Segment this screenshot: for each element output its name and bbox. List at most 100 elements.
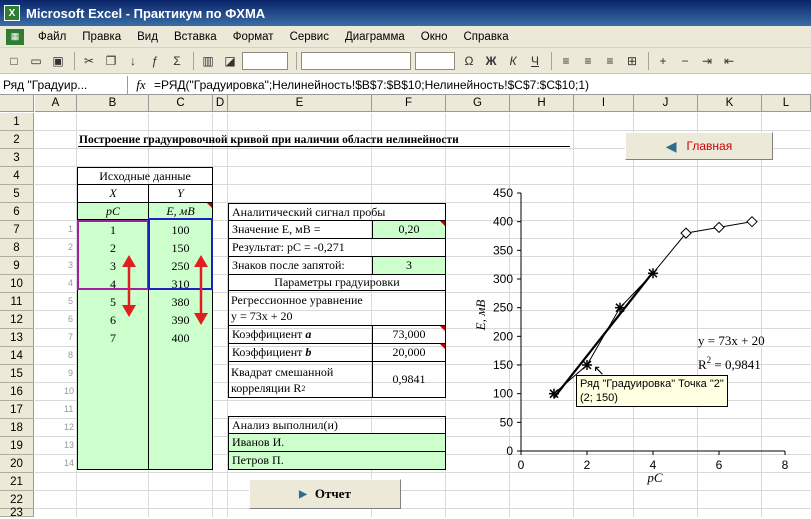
data-point-star[interactable] [648,268,658,279]
increase-decimal-icon[interactable]: + [653,51,673,71]
analyst-1-input[interactable]: Иванов И. [228,433,446,452]
row-header[interactable]: 7 [0,221,34,239]
menu-help[interactable]: Справка [456,29,517,45]
row-header[interactable]: 18 [0,419,34,437]
fx-icon[interactable]: fx [128,77,154,93]
row-header[interactable]: 3 [0,149,34,167]
open-icon[interactable]: ▭ [26,51,46,71]
col-header-g[interactable]: G [446,95,510,112]
data-point-diamond[interactable] [746,215,758,228]
menu-insert[interactable]: Вставка [166,29,225,45]
cut-icon[interactable]: ✂ [79,51,99,71]
row-header[interactable]: 19 [0,437,34,455]
row-header[interactable]: 2 [0,131,34,149]
y-value[interactable]: 100 [149,221,212,239]
align-left-icon[interactable]: ≡ [556,51,576,71]
chart-axes: 0501001502002503003504004500 2 4 6 8 [493,186,789,472]
row-header[interactable]: 12 [0,311,34,329]
name-box[interactable]: Ряд "Градуир... [0,75,128,94]
omega-icon[interactable]: Ω [459,51,479,71]
col-header-e[interactable]: E [228,95,372,112]
data-point-star[interactable] [615,302,625,313]
col-header-c[interactable]: C [149,95,213,112]
row-header[interactable]: 9 [0,257,34,275]
signal-value-input[interactable]: 0,20 [372,220,446,239]
x-value[interactable]: 7 [78,329,148,347]
menu-chart[interactable]: Диаграмма [337,29,413,45]
chart-wizard-icon[interactable]: ▥ [198,51,218,71]
x-tick-label: 2 [584,458,591,472]
save-icon[interactable]: ▣ [48,51,68,71]
new-icon[interactable]: □ [4,51,24,71]
col-header-l[interactable]: L [762,95,811,112]
function-icon[interactable]: ƒ [145,51,165,71]
y-tick-label: 200 [493,329,513,343]
sum-icon[interactable]: Σ [167,51,187,71]
data-point-star[interactable] [549,388,559,399]
col-header-f[interactable]: F [372,95,446,112]
row-header[interactable]: 20 [0,455,34,473]
menu-edit[interactable]: Правка [74,29,129,45]
r-squared-label: R2 = 0,9841 [698,355,761,372]
row-header[interactable]: 8 [0,239,34,257]
y-header: Y [148,184,213,203]
row-header[interactable]: 21 [0,473,34,491]
merge-icon[interactable]: ⊞ [622,51,642,71]
bold-icon[interactable]: Ж [481,51,501,71]
align-center-icon[interactable]: ≡ [578,51,598,71]
sort-icon[interactable]: ↓ [123,51,143,71]
row-number: 14 [64,458,75,468]
underline-icon[interactable]: Ч [525,51,545,71]
mouse-cursor-icon: ↖ [593,362,605,378]
row-header[interactable]: 15 [0,365,34,383]
main-button[interactable]: ◀ Главная [625,132,773,160]
menu-view[interactable]: Вид [129,29,166,45]
formula-input[interactable]: =РЯД("Градуировка";Нелинейность!$B$7:$B$… [154,78,589,92]
row-header[interactable]: 11 [0,293,34,311]
font-combo[interactable] [301,51,411,70]
r2-label-line2: корреляции R2 [231,380,305,396]
col-header-b[interactable]: B [77,95,149,112]
workbook-icon[interactable]: ▦ [6,28,24,45]
zoom-combo[interactable] [242,51,288,70]
menu-tools[interactable]: Сервис [282,29,337,45]
outdent-icon[interactable]: ⇤ [719,51,739,71]
digits-input[interactable]: 3 [372,256,446,275]
row-header[interactable]: 5 [0,185,34,203]
col-header-i[interactable]: I [574,95,634,112]
row-header[interactable]: 17 [0,401,34,419]
analyst-2-input[interactable]: Петров П. [228,451,446,470]
col-header-d[interactable]: D [213,95,228,112]
report-button[interactable]: ▶ Отчет [249,479,401,509]
col-header-k[interactable]: K [698,95,762,112]
calibration-chart[interactable]: 0501001502002503003504004500 2 4 6 8 pC E, м… [455,185,795,485]
row-header[interactable]: 10 [0,275,34,293]
menu-file[interactable]: Файл [30,29,74,45]
row-header[interactable]: 4 [0,167,34,185]
row-header[interactable]: 23 [0,507,34,519]
x-value[interactable]: 1 [78,221,148,239]
data-point-star[interactable] [582,360,592,370]
select-all-corner[interactable] [0,95,34,112]
data-point-diamond[interactable] [713,221,725,234]
copy-icon[interactable]: ❐ [101,51,121,71]
row-header[interactable]: 16 [0,383,34,401]
y-value[interactable]: 400 [149,329,212,347]
decrease-decimal-icon[interactable]: − [675,51,695,71]
col-header-j[interactable]: J [634,95,698,112]
align-right-icon[interactable]: ≡ [600,51,620,71]
indent-icon[interactable]: ⇥ [697,51,717,71]
menu-format[interactable]: Формат [225,29,282,45]
row-header[interactable]: 13 [0,329,34,347]
row-header[interactable]: 14 [0,347,34,365]
row-header[interactable]: 6 [0,203,34,221]
row-header[interactable]: 1 [0,113,34,131]
y-tick-label: 400 [493,215,513,229]
italic-icon[interactable]: К [503,51,523,71]
drawing-icon[interactable]: ◪ [220,51,240,71]
col-header-h[interactable]: H [510,95,574,112]
col-header-a[interactable]: A [35,95,77,112]
chart-tooltip: Ряд "Градуировка" Точка "2" (2; 150) [576,375,728,407]
font-size-combo[interactable] [415,51,455,70]
menu-window[interactable]: Окно [413,29,456,45]
